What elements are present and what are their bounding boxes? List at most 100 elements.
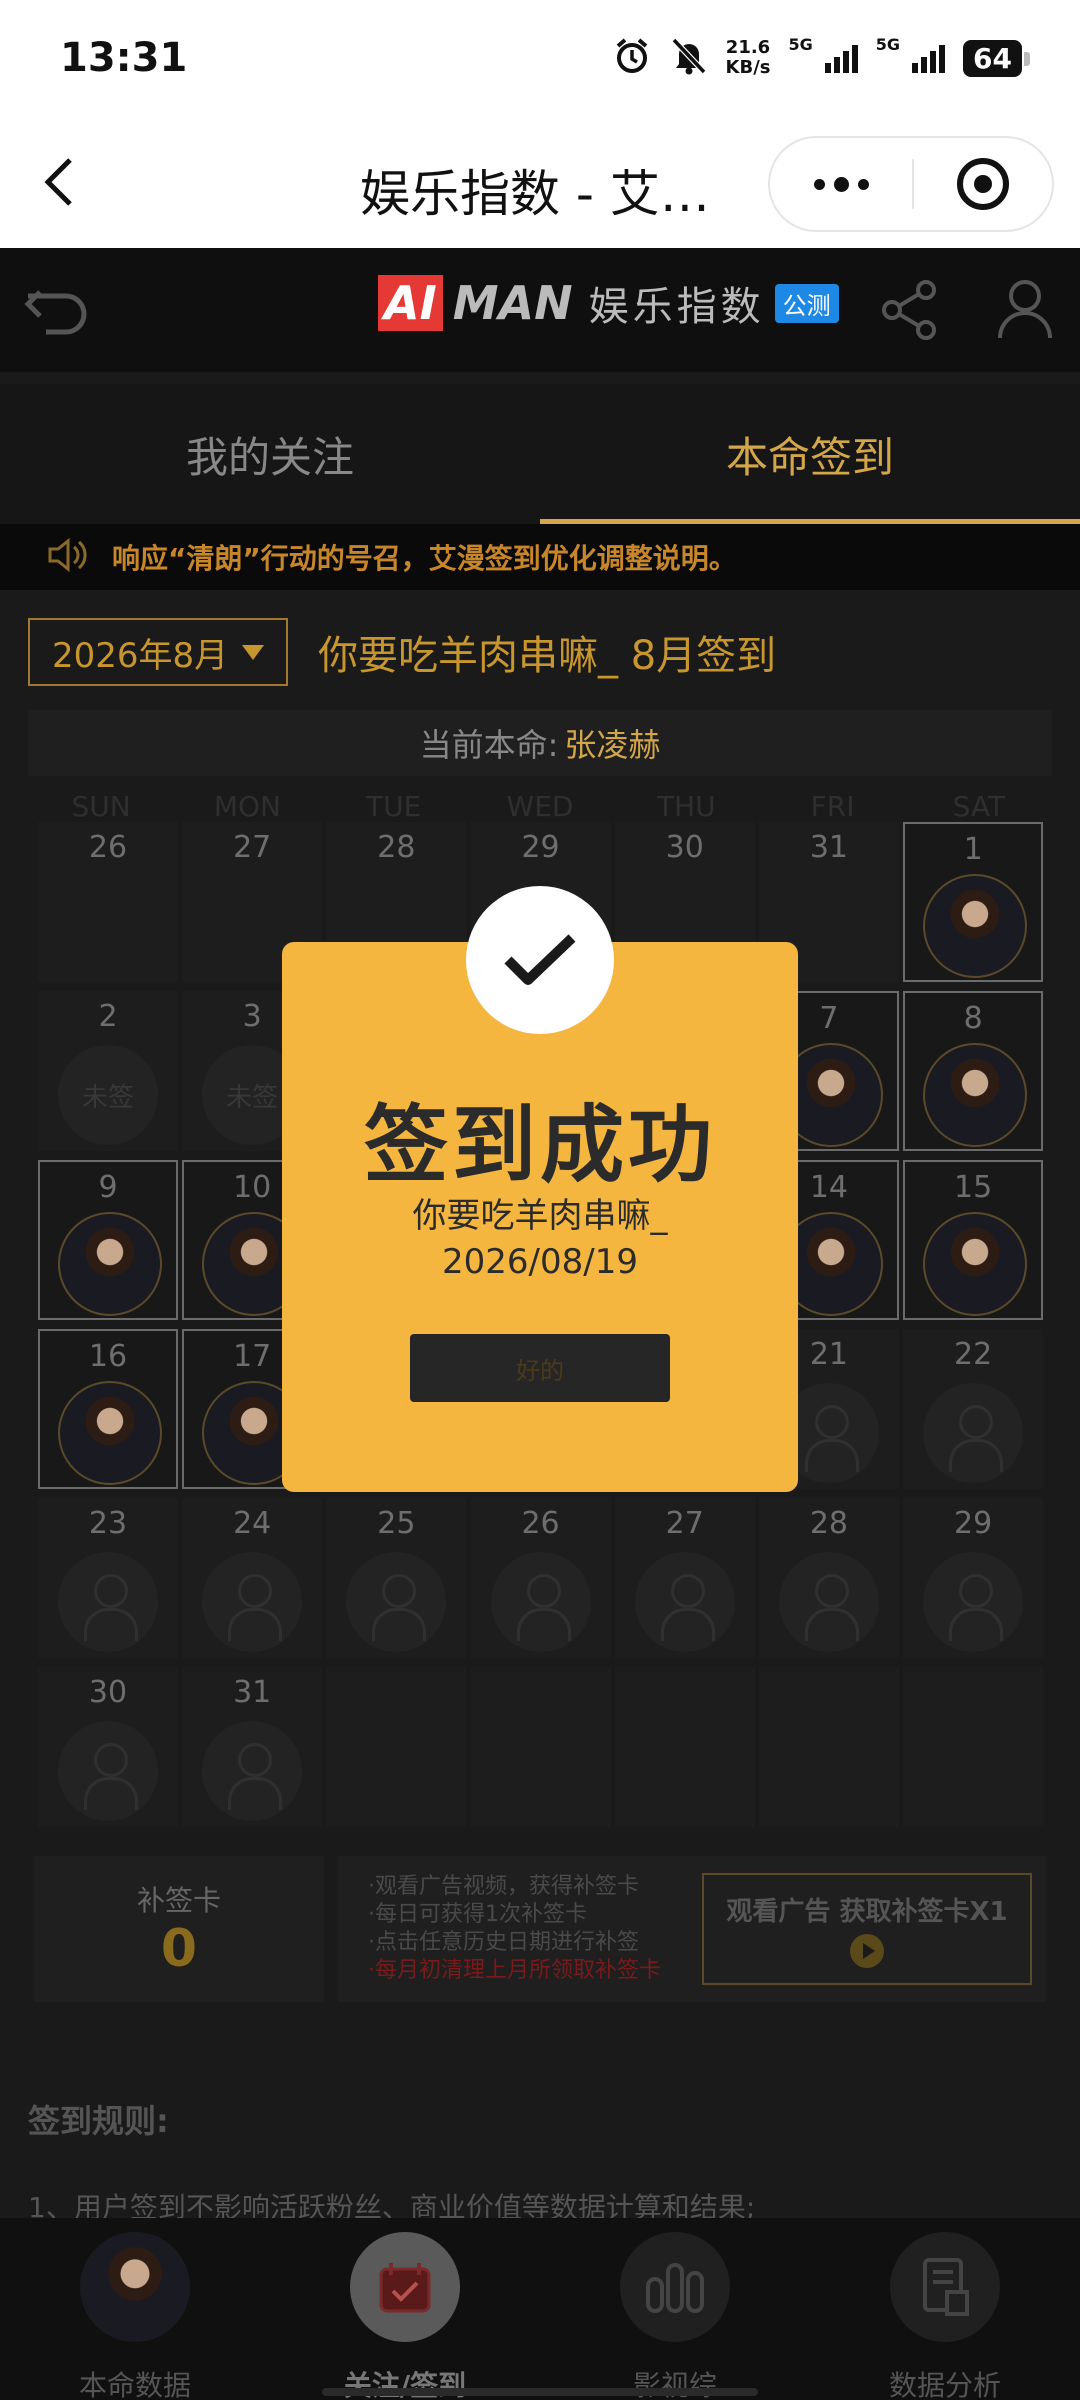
weekday-header: SUN MON TUE WED THU FRI SAT (28, 790, 1052, 823)
home-indicator[interactable] (322, 2388, 758, 2396)
battery-indicator: 64 (963, 39, 1030, 77)
signal-bars-1-icon (824, 43, 858, 73)
weekday-mon: MON (213, 790, 281, 823)
net-speed: 21.6 KB/s (726, 38, 771, 78)
calendar-day-cell (326, 1667, 467, 1827)
weekday-thu: THU (656, 790, 716, 823)
calendar-day-cell[interactable]: 29 (903, 1498, 1044, 1658)
makeup-card-label: 补签卡 (136, 1884, 221, 1917)
weekday-wed: WED (506, 790, 574, 823)
calendar-check-icon (350, 2232, 460, 2342)
bottom-nav-data-analysis[interactable]: 数据分析 (810, 2218, 1080, 2400)
bar-chart-icon (620, 2232, 730, 2342)
calendar-day-number: 25 (377, 1506, 416, 1541)
calendar-day-cell[interactable]: 30 (38, 1667, 178, 1827)
weekday-fri: FRI (810, 790, 855, 823)
share-icon[interactable] (880, 278, 940, 346)
bottom-nav-idol-data[interactable]: 本命数据 (0, 2218, 270, 2400)
more-dots-icon[interactable] (770, 138, 912, 230)
modal-title: 签到成功 (363, 1096, 716, 1194)
current-idol-bar: 当前本命: 张凌赫 (28, 710, 1052, 776)
notice-bar[interactable]: 响应“清朗”行动的号召，艾漫签到优化调整说明。 (0, 524, 1080, 590)
logo-man: MAN (452, 276, 573, 330)
beta-badge: 公测 (774, 283, 839, 323)
current-idol-label: 当前本命: (419, 726, 559, 764)
calendar-day-number: 22 (954, 1337, 993, 1372)
makeup-card-count: 0 (160, 1919, 198, 1979)
tab-my-follow[interactable]: 我的关注 (0, 384, 540, 524)
watch-ad-button[interactable]: 观看广告 获取补签卡X1 (702, 1873, 1032, 1985)
makeup-card-section: 补签卡 0 ·观看广告视频，获得补签卡 ·每日可获得1次补签卡 ·点击任意历史日… (34, 1856, 1046, 2002)
month-title: 你要吃羊肉串嘛_ 8月签到 (318, 633, 777, 679)
calendar-day-number: 23 (88, 1506, 128, 1541)
calendar-day-cell[interactable]: 26 (38, 822, 178, 982)
calendar-day-number: 2 (98, 999, 118, 1034)
weekday-tue: TUE (366, 790, 422, 823)
calendar-day-cell[interactable]: 28 (758, 1498, 899, 1658)
capsule-menu (768, 136, 1054, 232)
calendar-day-cell[interactable]: 27 (614, 1498, 755, 1658)
calendar-day-cell[interactable]: 23 (38, 1498, 178, 1658)
user-icon[interactable] (996, 276, 1054, 346)
back-arrow-icon[interactable] (40, 156, 80, 208)
rules-title: 签到规则: (28, 2102, 169, 2140)
calendar-day-number: 26 (521, 1506, 560, 1541)
calendar-day-number: 26 (88, 830, 128, 865)
status-time: 13:31 (60, 35, 188, 81)
modal-ok-button-label: 好的 (516, 1356, 564, 1385)
calendar-day-cell (758, 1667, 899, 1827)
calendar-day-number: 15 (954, 1170, 993, 1205)
idol-avatar (80, 2232, 190, 2342)
makeup-tip: ·每日可获得1次补签卡 (368, 1902, 587, 1927)
calendar-day-cell[interactable]: 16 (38, 1329, 178, 1489)
placeholder-user-icon (490, 1552, 591, 1652)
unsigned-badge: 未签 (58, 1045, 158, 1145)
bottom-nav-film-tv[interactable]: 影视综 (540, 2218, 810, 2400)
signal-label-2: 5G (875, 34, 901, 54)
calendar-day-cell[interactable]: 24 (182, 1498, 323, 1658)
bottom-nav-follow-checkin[interactable]: 关注/签到 (270, 2218, 540, 2400)
makeup-tip: ·观看广告视频，获得补签卡 (368, 1874, 639, 1899)
calendar-day-cell (903, 1667, 1044, 1827)
bottom-nav-label: 本命数据 (78, 2369, 191, 2400)
signal-bars-2-icon (912, 43, 946, 73)
makeup-card-info: ·观看广告视频，获得补签卡 ·每日可获得1次补签卡 ·点击任意历史日期进行补签 … (338, 1856, 1046, 2002)
calendar-day-cell[interactable]: 26 (470, 1498, 611, 1658)
calendar-day-number: 27 (233, 830, 272, 865)
calendar-day-number: 30 (665, 830, 704, 865)
calendar-day-cell (614, 1667, 755, 1827)
tab-bar: 我的关注 本命签到 (0, 384, 1080, 524)
placeholder-user-icon (202, 1721, 303, 1821)
makeup-card-count-box: 补签卡 0 (34, 1856, 324, 2002)
calendar-day-cell[interactable]: 9 (38, 1160, 178, 1320)
calendar-day-cell[interactable]: 15 (903, 1160, 1044, 1320)
calendar-day-cell (470, 1667, 611, 1827)
idol-photo (58, 1381, 162, 1485)
status-bar: 13:31 21.6 KB/s 5G 5G 64 (0, 0, 1080, 116)
status-icons: 21.6 KB/s 5G 5G 64 (612, 34, 1030, 80)
month-select-value: 2026年8月 (52, 635, 229, 676)
play-icon (850, 1933, 884, 1968)
weekday-sat: SAT (952, 790, 1006, 823)
speaker-icon (46, 537, 88, 577)
calendar-day-cell[interactable]: 31 (182, 1667, 323, 1827)
weekday-sun: SUN (71, 790, 131, 823)
modal-username: 你要吃羊肉串嘛_ (412, 1196, 668, 1236)
modal-ok-button[interactable]: 好的 (410, 1334, 670, 1402)
calendar-day-number: 31 (233, 1675, 272, 1710)
close-target-icon[interactable] (914, 138, 1052, 230)
undo-arrow-icon[interactable] (22, 280, 92, 344)
app-logo: AI MAN 娱乐指数 公测 (378, 274, 839, 332)
modal-date: 2026/08/19 (442, 1242, 638, 1282)
month-select[interactable]: 2026年8月 (28, 618, 288, 686)
calendar-day-cell[interactable]: 2 未签 (38, 991, 178, 1151)
calendar-day-number: 28 (377, 830, 416, 865)
calendar-day-cell[interactable]: 25 (326, 1498, 467, 1658)
calendar-day-cell[interactable]: 8 (903, 991, 1044, 1151)
calendar-day-cell[interactable]: 22 (903, 1329, 1044, 1489)
alarm-icon (612, 36, 652, 80)
calendar-day-number: 31 (809, 830, 849, 865)
bottom-nav: 本命数据 关注/签到 影视综 数据分析 (0, 2218, 1080, 2400)
tab-checkin[interactable]: 本命签到 (540, 384, 1080, 524)
calendar-day-cell[interactable]: 1 (903, 822, 1044, 982)
